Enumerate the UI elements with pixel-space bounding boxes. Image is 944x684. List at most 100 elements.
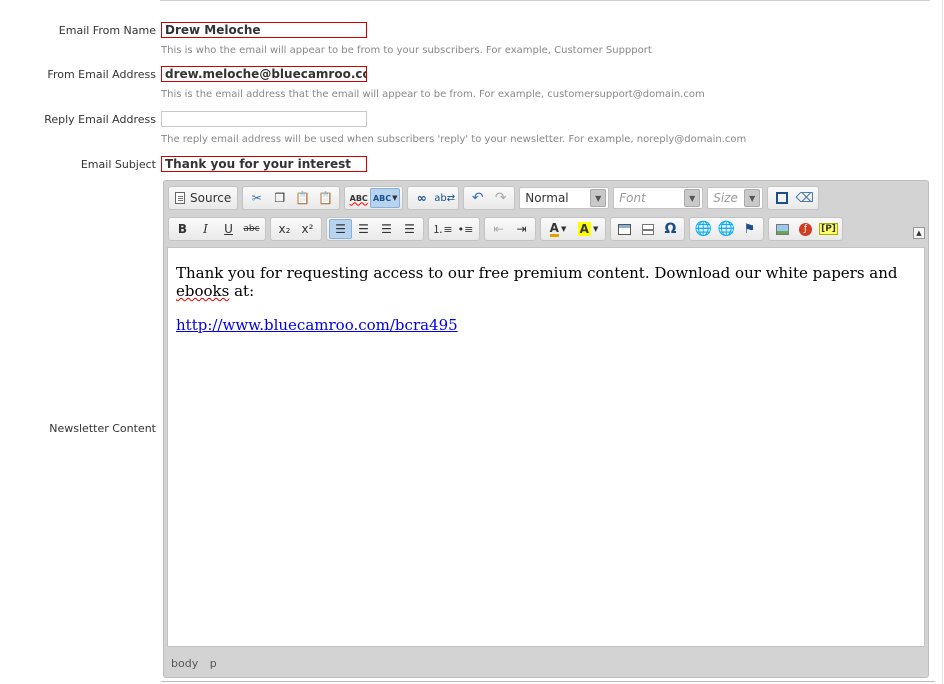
strikethrough-icon: abc: [243, 224, 260, 234]
anchor-button[interactable]: ⚑: [738, 219, 761, 239]
format-select[interactable]: Normal ▼: [519, 187, 610, 209]
cut-button[interactable]: ✂: [245, 188, 268, 208]
subject-input[interactable]: Thank you for your interest: [161, 156, 367, 172]
italic-button[interactable]: I: [194, 219, 217, 239]
maximize-button[interactable]: [770, 188, 793, 208]
script-group: x₂ x²: [270, 217, 322, 241]
subscript-button[interactable]: x₂: [273, 219, 296, 239]
size-placeholder: Size: [713, 191, 738, 205]
align-justify-button[interactable]: ☰: [398, 219, 421, 239]
undo-group: ↶ ↷: [463, 186, 516, 210]
superscript-icon: x²: [301, 222, 314, 236]
color-group: A ▼ A ▼: [540, 217, 606, 241]
spellcheck-button[interactable]: ABC: [347, 188, 370, 208]
globe-link-icon: 🌐: [694, 221, 713, 237]
paste-word-button[interactable]: 📋: [314, 188, 337, 208]
unlink-button[interactable]: 🌐: [715, 219, 738, 239]
from-name-help: This is who the email will appear to be …: [161, 45, 652, 56]
outdent-button[interactable]: ⇤: [487, 219, 510, 239]
spell-as-you-type-button[interactable]: ABC ▼: [370, 188, 401, 208]
bullet-list-button[interactable]: •≡: [454, 219, 477, 239]
horizontal-rule-icon: [641, 223, 654, 235]
align-justify-icon: ☰: [404, 222, 415, 236]
element-path-bar: body p: [171, 657, 225, 670]
bold-button[interactable]: B: [171, 219, 194, 239]
placeholder-button[interactable]: [P]: [817, 219, 840, 239]
table-button[interactable]: [613, 219, 636, 239]
editor-content-area[interactable]: Thank you for requesting access to our f…: [167, 247, 925, 647]
numbered-list-button[interactable]: ⒈≡: [431, 219, 454, 239]
chevron-down-icon: ▼: [592, 225, 599, 233]
text-color-icon: A: [549, 220, 559, 237]
horizontal-rule-button[interactable]: [636, 219, 659, 239]
misspelled-word: ebooks: [176, 282, 230, 300]
paste-button[interactable]: 📋: [291, 188, 314, 208]
from-name-input[interactable]: Drew Meloche: [161, 22, 367, 38]
bottom-divider: [161, 681, 935, 682]
omega-icon: Ω: [664, 221, 677, 237]
align-center-button[interactable]: ☰: [352, 219, 375, 239]
maximize-icon: [775, 192, 788, 204]
triangle-up-icon: ▲: [916, 229, 922, 237]
reply-email-input[interactable]: [161, 111, 367, 127]
background-color-button[interactable]: A ▼: [573, 219, 603, 239]
tools-group: ⌫: [767, 186, 820, 210]
image-icon: [776, 223, 789, 235]
indent-icon: ⇥: [516, 222, 527, 236]
chevron-down-icon: ▼: [392, 194, 398, 202]
chevron-down-icon: ▼: [684, 189, 701, 207]
find-button[interactable]: ∞: [410, 188, 433, 208]
image-button[interactable]: [771, 219, 794, 239]
paste-word-icon: 📋: [318, 191, 334, 205]
media-group: ƒ [P]: [768, 217, 843, 241]
text-color-button[interactable]: A ▼: [543, 219, 573, 239]
font-select[interactable]: Font ▼: [613, 187, 704, 209]
underline-button[interactable]: U: [217, 219, 240, 239]
replace-button[interactable]: ab⇄: [433, 188, 456, 208]
paragraph-text-end: at:: [229, 282, 255, 300]
align-right-button[interactable]: ☰: [375, 219, 398, 239]
indent-button[interactable]: ⇥: [510, 219, 533, 239]
unlink-icon: 🌐: [717, 221, 736, 237]
spell-group: ABC ABC ▼: [344, 186, 404, 210]
redo-icon: ↷: [494, 190, 507, 206]
align-left-button[interactable]: ☰: [329, 219, 352, 239]
remove-format-button[interactable]: ⌫: [793, 188, 816, 208]
align-group: ☰ ☰ ☰ ☰: [326, 217, 424, 241]
table-icon: [618, 223, 631, 235]
path-item-body[interactable]: body: [171, 657, 198, 670]
link-button[interactable]: 🌐: [692, 219, 715, 239]
superscript-button[interactable]: x²: [296, 219, 319, 239]
flash-icon: ƒ: [799, 222, 812, 236]
subscript-icon: x₂: [278, 222, 291, 236]
underline-icon: U: [224, 222, 233, 236]
scissors-icon: ✂: [251, 191, 262, 205]
reply-email-help: The reply email address will be used whe…: [161, 134, 747, 145]
eraser-icon: ⌫: [795, 190, 814, 206]
collapse-toolbar-button[interactable]: ▲: [913, 227, 925, 239]
source-button[interactable]: Source: [171, 188, 235, 208]
source-label: Source: [190, 191, 232, 205]
newsletter-content-label: Newsletter Content: [49, 422, 156, 435]
redo-button[interactable]: ↷: [489, 188, 512, 208]
path-item-p[interactable]: p: [210, 657, 217, 670]
italic-icon: I: [203, 222, 208, 236]
list-group: ⒈≡ •≡: [428, 217, 480, 241]
strikethrough-button[interactable]: abc: [240, 219, 263, 239]
reply-email-label: Reply Email Address: [44, 113, 156, 126]
content-link[interactable]: http://www.bluecamroo.com/bcra495: [176, 316, 458, 334]
undo-button[interactable]: ↶: [466, 188, 489, 208]
flash-button[interactable]: ƒ: [794, 219, 817, 239]
indent-group: ⇤ ⇥: [484, 217, 536, 241]
special-char-button[interactable]: Ω: [659, 219, 682, 239]
bullet-list-icon: •≡: [457, 222, 474, 236]
source-group: Source: [168, 186, 239, 210]
copy-button[interactable]: ❐: [268, 188, 291, 208]
clipboard-group: ✂ ❐ 📋 📋: [242, 186, 341, 210]
binoculars-icon: ∞: [416, 191, 427, 205]
size-select[interactable]: Size ▼: [707, 187, 764, 209]
subject-label: Email Subject: [80, 158, 156, 171]
align-right-icon: ☰: [381, 222, 392, 236]
from-email-input[interactable]: drew.meloche@bluecamroo.co: [161, 66, 367, 82]
link-group: 🌐 🌐 ⚑: [689, 217, 764, 241]
